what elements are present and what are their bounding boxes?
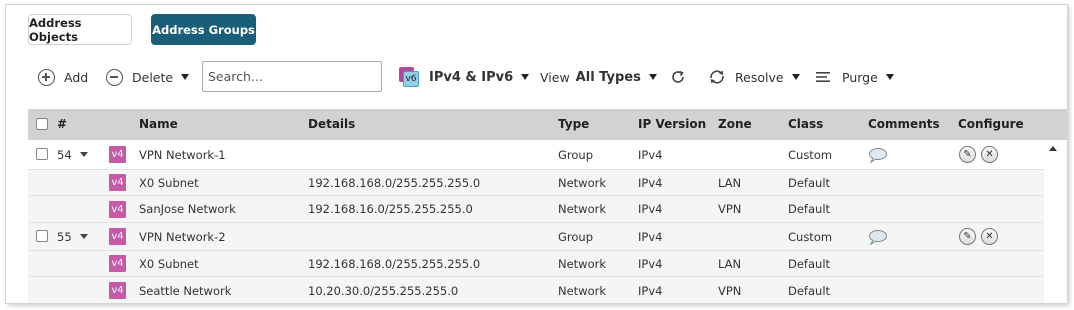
add-button[interactable]: Add <box>38 61 88 93</box>
table-header: # Name Details Type IP Version Zone Clas… <box>28 109 1067 140</box>
row-number: 55 <box>57 229 72 244</box>
row-zone: VPN <box>718 202 742 216</box>
table-row[interactable]: v4 X0 Subnet 192.168.168.0/255.255.255.0… <box>28 251 1044 277</box>
delete-icon[interactable]: ✕ <box>981 228 998 245</box>
purge-button[interactable]: Purge <box>816 61 894 93</box>
purge-icon <box>816 72 830 82</box>
chevron-down-icon <box>521 74 530 80</box>
row-zone: VPN <box>718 283 742 298</box>
resolve-label: Resolve <box>735 69 784 85</box>
row-ip-version: IPv4 <box>638 147 663 162</box>
ipv4-badge: v4 <box>109 146 126 163</box>
table-row[interactable]: 54 v4 VPN Network-1 Group IPv4 Custom ✎ … <box>28 140 1044 170</box>
chevron-down-icon <box>648 74 657 80</box>
row-number: 54 <box>57 147 72 162</box>
ipv4-badge: v4 <box>109 174 126 191</box>
col-configure[interactable]: Configure <box>958 109 1024 140</box>
ip-version-filter[interactable]: v6 IPv4 & IPv6 <box>399 61 530 93</box>
ipv4-badge: v4 <box>109 200 126 218</box>
row-type: Group <box>558 229 594 244</box>
table-row[interactable]: v4 SanJose Network 192.168.16.0/255.255.… <box>28 196 1044 223</box>
row-type: Network <box>558 256 607 271</box>
delete-icon[interactable]: ✕ <box>981 146 998 163</box>
col-ip-version[interactable]: IP Version <box>638 109 706 140</box>
row-class: Custom <box>788 229 833 244</box>
edit-icon[interactable]: ✎ <box>959 146 976 163</box>
row-ip-version: IPv4 <box>638 256 663 271</box>
chevron-down-icon <box>885 74 894 80</box>
ip-version-label: IPv4 & IPv6 <box>429 69 514 85</box>
row-name: Seattle Network <box>139 283 232 298</box>
refresh-button[interactable] <box>670 61 686 93</box>
row-ip-version: IPv4 <box>638 283 663 298</box>
resolve-button[interactable]: Resolve <box>708 61 800 93</box>
ipv4-badge: v4 <box>109 255 126 272</box>
row-type: Group <box>558 147 594 162</box>
row-checkbox[interactable] <box>36 230 48 242</box>
col-class[interactable]: Class <box>788 109 823 140</box>
table-row[interactable]: 55 v4 VPN Network-2 Group IPv4 Custom ✎ … <box>28 223 1044 251</box>
row-name: VPN Network-1 <box>139 147 226 162</box>
row-type: Network <box>558 175 607 190</box>
row-type: Network <box>558 283 607 298</box>
table-row[interactable]: v4 Seattle Network 10.20.30.0/255.255.25… <box>28 277 1044 303</box>
ipv4-badge: v4 <box>109 282 126 299</box>
row-name: VPN Network-2 <box>139 229 226 244</box>
search-input[interactable] <box>202 61 382 92</box>
expand-caret-icon[interactable] <box>79 152 88 157</box>
add-icon <box>38 68 55 86</box>
row-class: Default <box>788 283 831 298</box>
refresh-icon <box>672 70 684 83</box>
comment-icon[interactable] <box>868 229 888 245</box>
view-filter[interactable]: View All Types <box>540 61 657 93</box>
table-row[interactable]: v4 X0 Subnet 192.168.168.0/255.255.255.0… <box>28 170 1044 196</box>
ipv4-badge: v4 <box>109 228 126 245</box>
col-details[interactable]: Details <box>308 109 355 140</box>
row-class: Default <box>788 175 831 190</box>
add-label: Add <box>64 69 89 85</box>
row-name: SanJose Network <box>139 202 236 216</box>
row-type: Network <box>558 202 607 216</box>
row-name: X0 Subnet <box>139 256 199 271</box>
view-label: View <box>540 69 570 85</box>
col-type[interactable]: Type <box>558 109 589 140</box>
col-comments[interactable]: Comments <box>868 109 940 140</box>
select-all-checkbox[interactable] <box>36 118 48 130</box>
edit-icon[interactable]: ✎ <box>959 228 976 245</box>
chevron-down-icon <box>181 74 190 80</box>
row-checkbox[interactable] <box>36 148 48 160</box>
row-details: 10.20.30.0/255.255.255.0 <box>308 283 459 298</box>
delete-button[interactable]: Delete <box>106 61 190 93</box>
row-name: X0 Subnet <box>139 175 199 190</box>
chevron-down-icon <box>791 74 800 80</box>
ip-version-icon: v6 <box>399 67 419 87</box>
row-ip-version: IPv4 <box>638 229 663 244</box>
col-number[interactable]: # <box>57 109 67 140</box>
view-value: All Types <box>575 69 641 85</box>
row-class: Default <box>788 202 831 216</box>
row-details: 192.168.168.0/255.255.255.0 <box>308 256 481 271</box>
minus-icon <box>106 68 123 86</box>
row-details: 192.168.16.0/255.255.255.0 <box>308 202 473 216</box>
tab-address-groups[interactable]: Address Groups <box>151 14 256 45</box>
row-zone: LAN <box>718 256 742 271</box>
purge-label: Purge <box>842 69 878 85</box>
row-details: 192.168.168.0/255.255.255.0 <box>308 175 481 190</box>
tab-address-objects[interactable]: Address Objects <box>28 14 132 45</box>
row-ip-version: IPv4 <box>638 175 663 190</box>
row-zone: LAN <box>718 175 742 190</box>
col-name[interactable]: Name <box>139 109 178 140</box>
address-groups-panel: Address Objects Address Groups Add Delet… <box>5 4 1068 304</box>
scroll-up-arrow-icon[interactable] <box>1049 146 1057 151</box>
row-ip-version: IPv4 <box>638 202 663 216</box>
comment-icon[interactable] <box>868 147 888 163</box>
delete-label: Delete <box>132 69 174 85</box>
resolve-icon <box>710 70 724 84</box>
expand-caret-icon[interactable] <box>79 234 88 239</box>
row-class: Custom <box>788 147 833 162</box>
col-zone[interactable]: Zone <box>718 109 752 140</box>
row-class: Default <box>788 256 831 271</box>
